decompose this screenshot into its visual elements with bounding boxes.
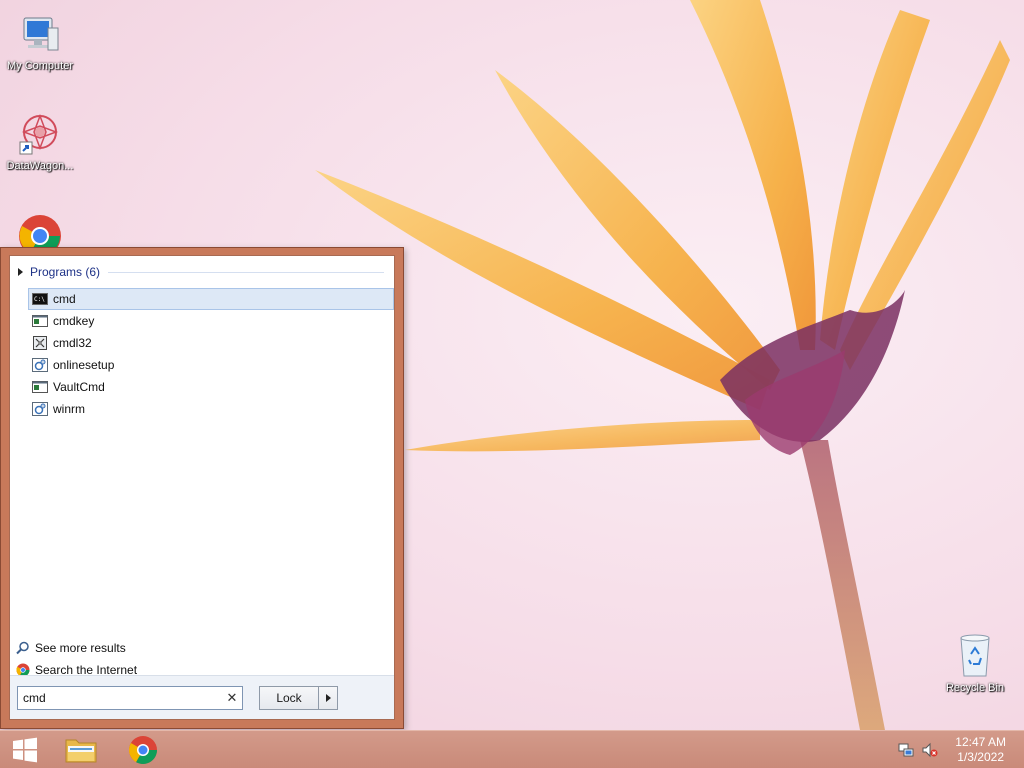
program-result-cmdkey[interactable]: cmdkey: [28, 310, 394, 332]
expand-triangle-icon: [18, 268, 23, 276]
console-app-icon: [32, 381, 48, 393]
chrome-taskbar-button[interactable]: [118, 734, 168, 766]
program-results-list: C:\ cmd cmdkey cmdl32 onlinesetup VaultC…: [28, 288, 394, 420]
lock-button[interactable]: Lock: [260, 687, 318, 709]
console-app-icon: [32, 315, 48, 327]
search-results-pane: Programs (6) C:\ cmd cmdkey cmdl32 onlin…: [9, 255, 395, 720]
volume-muted-icon[interactable]: [922, 742, 938, 758]
desktop-icon-label: My Computer: [6, 60, 74, 72]
computer-icon: [23, 17, 59, 51]
taskbar: 12:47 AM 1/3/2022: [0, 730, 1024, 768]
program-result-vaultcmd[interactable]: VaultCmd: [28, 376, 394, 398]
desktop-icon-recycle-bin[interactable]: Recycle Bin: [935, 632, 1015, 695]
program-label: cmd: [53, 292, 76, 306]
see-more-results-label: See more results: [35, 641, 126, 655]
program-label: cmdkey: [53, 314, 95, 328]
desktop-icon-label: Recycle Bin: [945, 682, 1005, 694]
setup-icon: [32, 358, 48, 372]
svg-text:C:\: C:\: [34, 296, 45, 303]
program-result-onlinesetup[interactable]: onlinesetup: [28, 354, 394, 376]
chevron-right-icon: [325, 694, 331, 702]
desktop-icon-datawagon[interactable]: DataWagon...: [0, 110, 80, 173]
program-label: cmdl32: [53, 336, 92, 350]
programs-group-header[interactable]: Programs (6): [18, 264, 384, 280]
windows-logo-icon: [13, 737, 37, 763]
recycle-bin-icon: [960, 634, 990, 677]
programs-header-label: Programs (6): [30, 265, 101, 279]
taskbar-clock[interactable]: 12:47 AM 1/3/2022: [955, 735, 1006, 765]
clear-search-icon[interactable]: ✕: [222, 690, 242, 706]
desktop-icon-label: DataWagon...: [6, 160, 74, 172]
setup-icon: [32, 402, 48, 416]
power-button-group: Lock: [259, 686, 338, 710]
program-result-cmd[interactable]: C:\ cmd: [28, 288, 394, 310]
search-input[interactable]: [23, 688, 222, 708]
see-more-results-link[interactable]: See more results: [16, 639, 126, 657]
program-result-cmdl32[interactable]: cmdl32: [28, 332, 394, 354]
start-button[interactable]: [0, 734, 50, 766]
program-label: winrm: [53, 402, 85, 416]
cmd-icon: C:\: [32, 293, 48, 305]
header-divider: [108, 271, 384, 273]
clock-date: 1/3/2022: [957, 750, 1004, 764]
desktop-icon-my-computer[interactable]: My Computer: [0, 10, 80, 73]
search-box: ✕: [17, 686, 243, 710]
program-label: VaultCmd: [53, 380, 105, 394]
clock-time: 12:47 AM: [955, 735, 1006, 749]
cmdl32-icon: [33, 336, 47, 350]
program-result-winrm[interactable]: winrm: [28, 398, 394, 420]
program-label: onlinesetup: [53, 358, 115, 372]
power-options-arrow-button[interactable]: [318, 687, 337, 709]
start-search-bar: ✕ Lock: [10, 675, 394, 719]
network-icon[interactable]: [898, 742, 914, 758]
file-explorer-button[interactable]: [56, 734, 106, 766]
search-icon: [16, 641, 29, 655]
folder-icon: [65, 739, 97, 763]
start-menu: Programs (6) C:\ cmd cmdkey cmdl32 onlin…: [0, 247, 404, 729]
chrome-icon: [129, 736, 157, 764]
datawagon-shortcut-icon: [19, 113, 59, 155]
